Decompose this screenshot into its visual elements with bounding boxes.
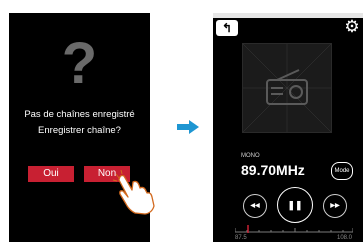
settings-button[interactable]: ⚙ [343,18,361,36]
back-button[interactable]: ↰ [216,20,238,36]
next-icon: ▶▶ [330,203,340,209]
station-artwork [242,43,332,133]
next-button[interactable]: ▶▶ [323,194,347,218]
back-icon: ↰ [221,21,233,35]
arrow-right-icon [177,120,199,134]
play-pause-button[interactable]: ❚❚ [277,187,313,223]
scale-max-label: 108.0 [337,235,353,241]
hand-pointer-icon [112,169,155,215]
status-strip [213,13,363,18]
question-mark-icon: ? [61,31,98,96]
mode-button[interactable]: Mode [331,162,353,180]
gear-icon: ⚙ [344,17,360,36]
previous-button[interactable]: ◀◀ [243,194,267,218]
frequency-display: 89.70MHz [241,162,305,178]
frequency-scale[interactable] [235,225,353,233]
radio-icon [242,43,332,133]
save-station-prompt: Enregistrer chaîne? [38,125,121,136]
previous-icon: ◀◀ [250,203,260,209]
yes-button[interactable]: Oui [28,166,74,182]
fm-radio-screen: ↰ ⚙ MONO 89.70MHz Mode ◀◀ ❚❚ ▶▶ 87.5 108… [213,13,363,242]
no-stations-message: Pas de chaînes enregistré [24,109,135,120]
pause-icon: ❚❚ [287,200,303,210]
audio-mode-label: MONO [241,153,260,159]
scale-min-label: 87.5 [235,235,247,241]
